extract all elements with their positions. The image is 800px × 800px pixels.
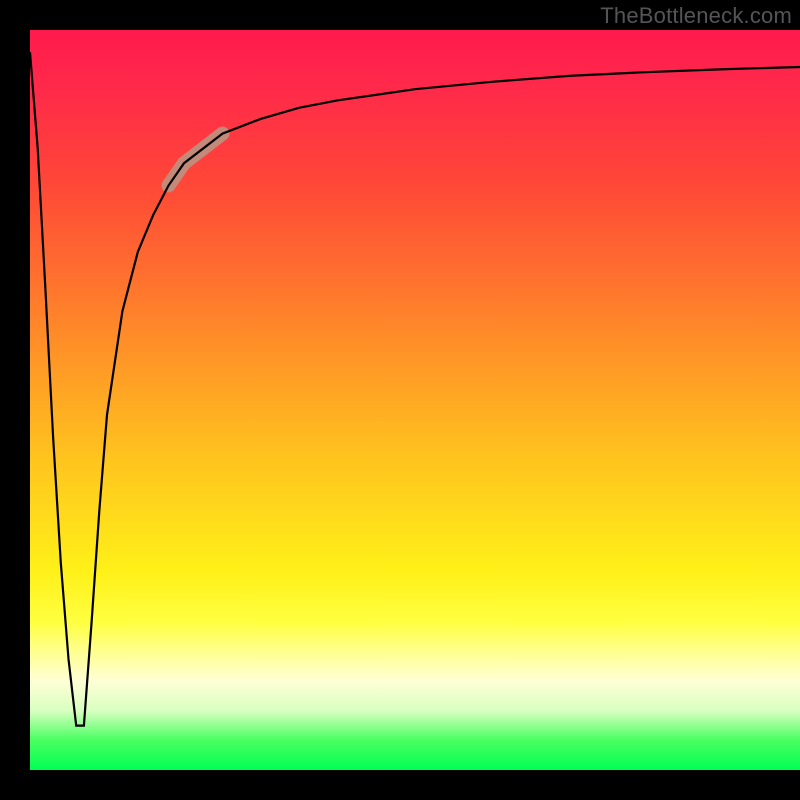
chart-background-gradient bbox=[30, 30, 800, 770]
attribution-text: TheBottleneck.com bbox=[600, 3, 792, 29]
